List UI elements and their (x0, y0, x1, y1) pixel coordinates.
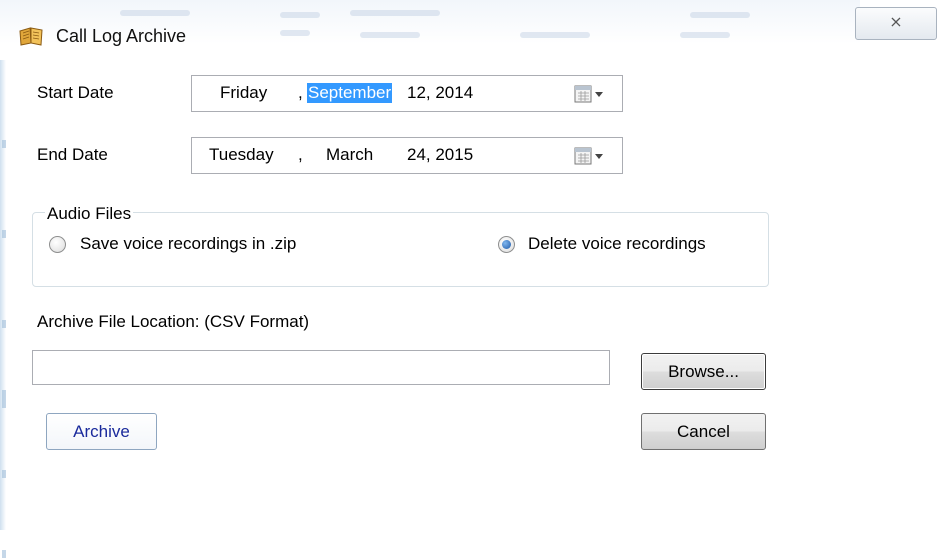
book-icon (19, 27, 43, 46)
start-date-label: Start Date (37, 83, 114, 102)
call-log-archive-dialog: Call Log Archive ⨯ Start Date Friday , S… (0, 0, 943, 538)
calendar-dropdown-icon[interactable] (574, 147, 610, 165)
radio-selected-dot (502, 240, 511, 249)
start-date-picker[interactable]: Friday , September 12, 2014 (191, 75, 623, 112)
background-blur (2, 550, 6, 558)
archive-location-label: Archive File Location: (CSV Format) (37, 312, 310, 331)
archive-location-input[interactable] (32, 350, 610, 385)
save-recordings-radio[interactable] (49, 236, 66, 253)
end-date-day-year[interactable]: 24, 2015 (407, 145, 473, 165)
end-date-picker[interactable]: Tuesday , March 24, 2015 (191, 137, 623, 174)
archive-button[interactable]: Archive (46, 413, 157, 450)
calendar-dropdown-icon[interactable] (574, 85, 610, 103)
end-date-month[interactable]: March (326, 145, 373, 165)
end-date-weekday[interactable]: Tuesday (209, 145, 274, 165)
start-date-weekday[interactable]: Friday (220, 83, 267, 103)
close-button[interactable]: ⨯ (855, 7, 937, 40)
start-date-separator: , (298, 83, 303, 102)
audio-files-legend: Audio Files (45, 204, 134, 224)
close-icon: ⨯ (889, 14, 903, 31)
delete-recordings-label[interactable]: Delete voice recordings (528, 234, 706, 254)
title-bar[interactable]: Call Log Archive ⨯ (0, 0, 943, 62)
delete-recordings-radio[interactable] (498, 236, 515, 253)
end-date-label: End Date (37, 145, 108, 164)
cancel-button[interactable]: Cancel (641, 413, 766, 450)
save-recordings-label[interactable]: Save voice recordings in .zip (80, 234, 296, 254)
start-date-month[interactable]: September (307, 83, 393, 103)
browse-button[interactable]: Browse... (641, 353, 766, 390)
start-date-day-year[interactable]: 12, 2014 (407, 83, 473, 103)
end-date-separator: , (298, 145, 303, 164)
window-title: Call Log Archive (56, 26, 187, 46)
